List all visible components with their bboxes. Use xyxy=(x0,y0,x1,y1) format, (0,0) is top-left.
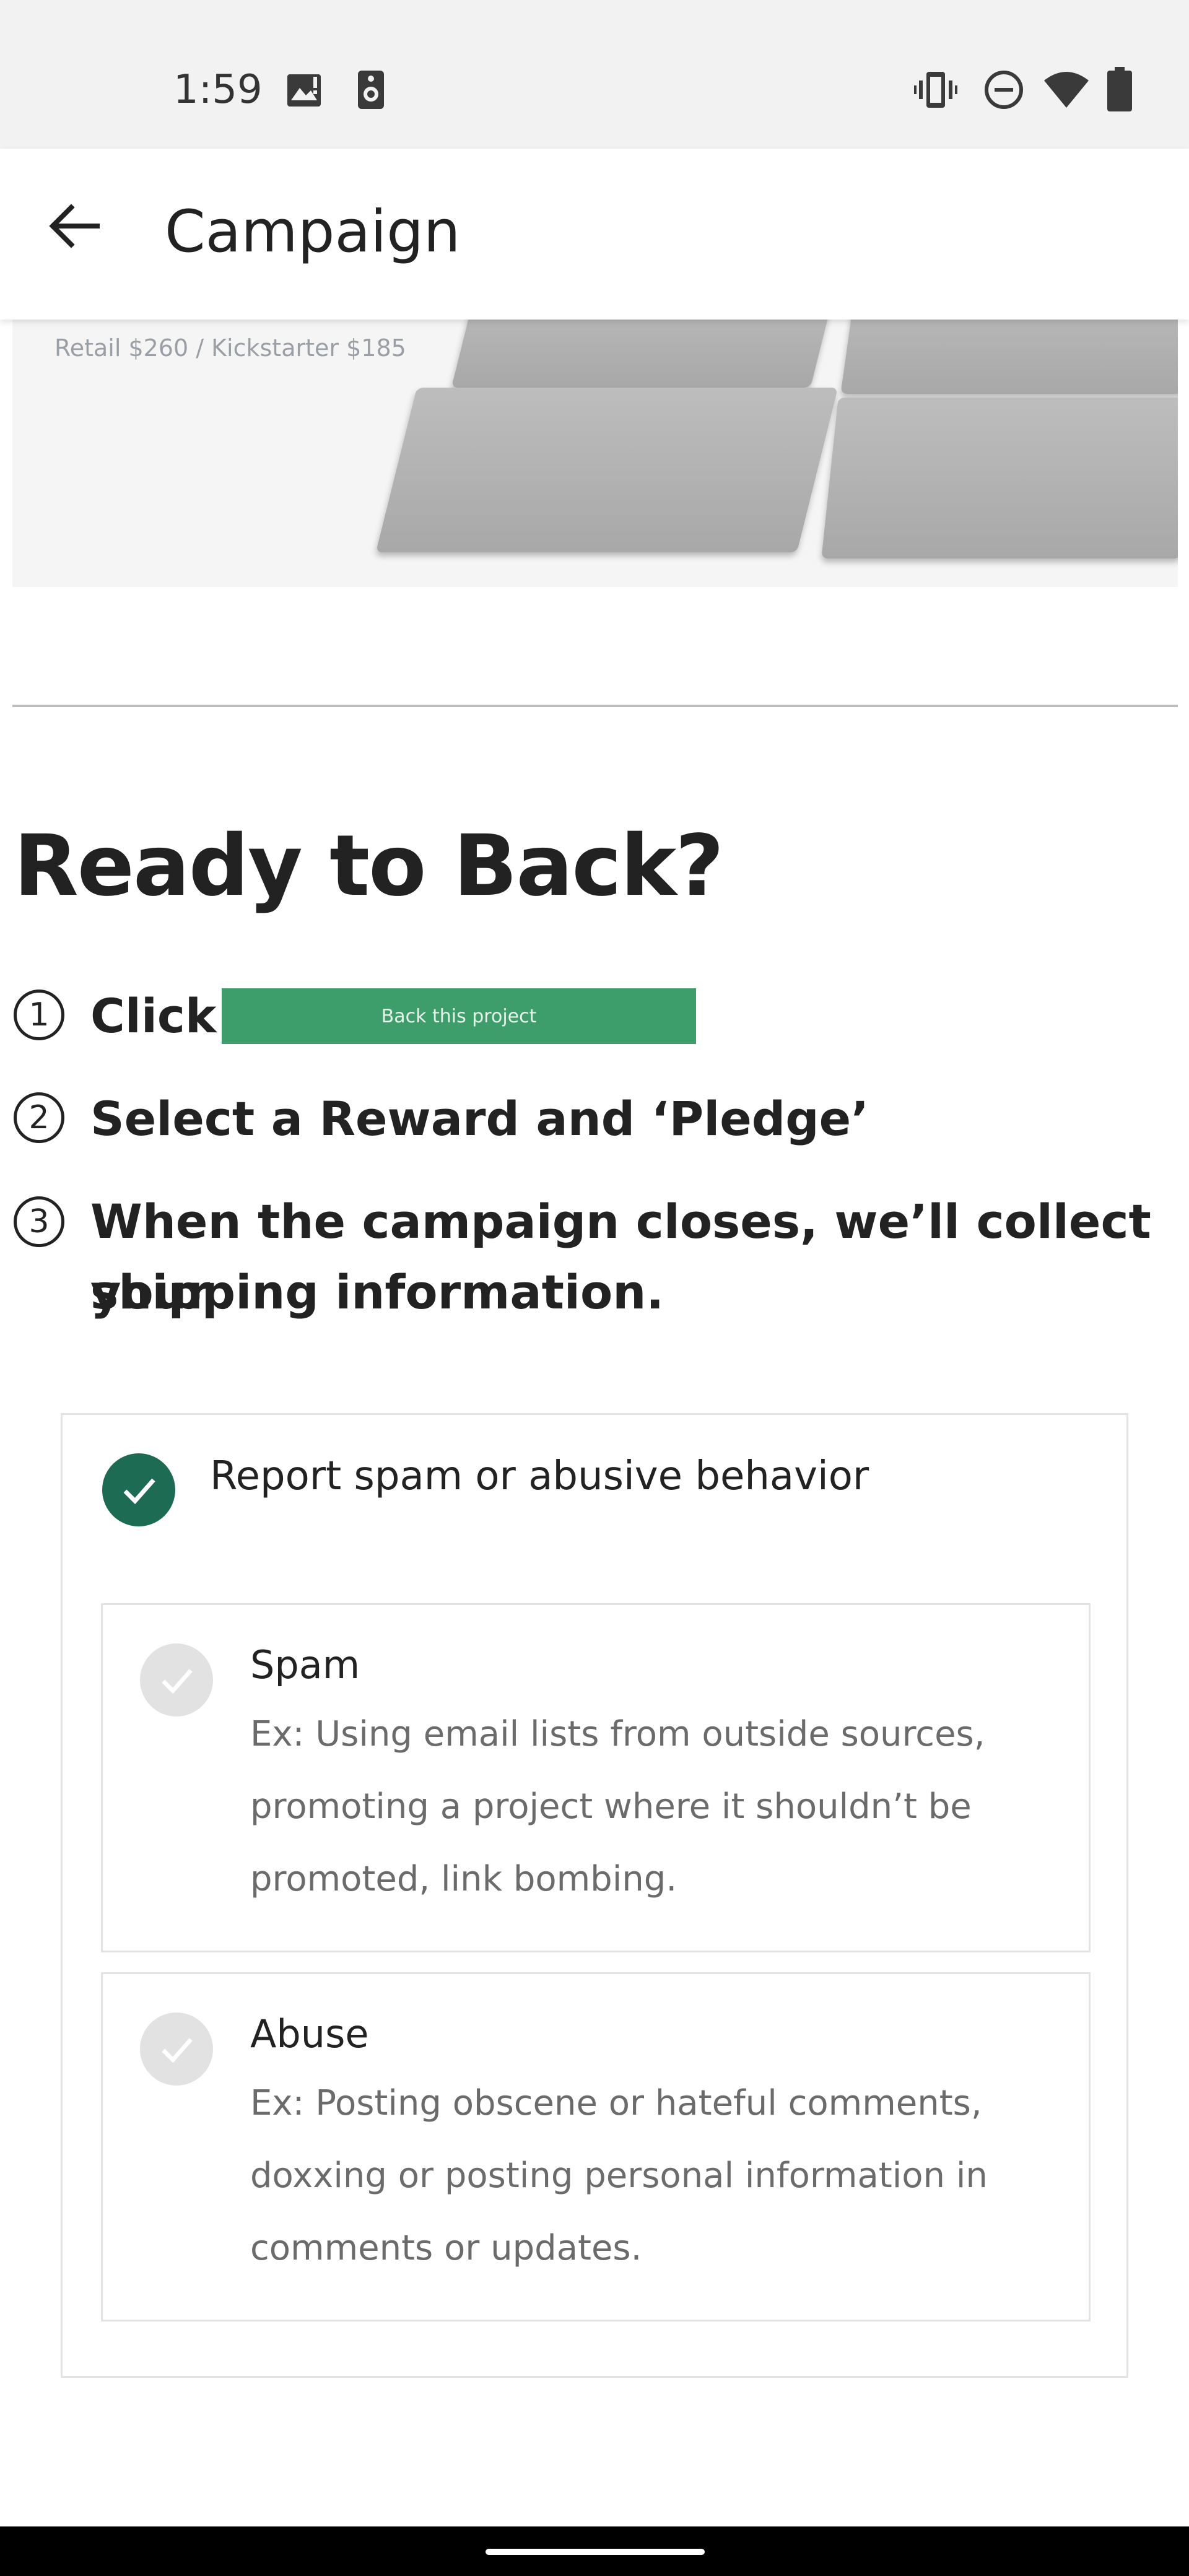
ready-heading: Ready to Back? xyxy=(14,817,724,915)
step-2-text: Select a Reward and ‘Pledge’ xyxy=(90,1091,869,1146)
description-line: comments or updates. xyxy=(250,2228,642,2268)
check-icon xyxy=(162,1669,193,1694)
option-abuse-title: Abuse xyxy=(250,2011,369,2056)
price-caption: Retail $260 / Kickstarter $185 xyxy=(54,334,406,362)
image-icon xyxy=(287,74,321,107)
speaker-icon xyxy=(358,71,384,109)
back-this-project-image: Back this project xyxy=(222,988,696,1044)
image-tile xyxy=(840,320,1178,394)
app-bar: Campaign xyxy=(0,149,1189,320)
image-tile xyxy=(821,398,1178,559)
step-number-2: 2 xyxy=(14,1092,64,1143)
description-line: Ex: Using email lists from outside sourc… xyxy=(250,1714,985,1754)
navigation-bar xyxy=(0,2526,1189,2576)
report-card: Report spam or abusive behavior Spam Ex:… xyxy=(61,1413,1128,2378)
step-3-text-line-2: shipping information. xyxy=(90,1264,664,1320)
arrow-back-icon xyxy=(49,204,100,248)
divider xyxy=(12,705,1178,707)
report-selected-check[interactable] xyxy=(102,1453,175,1526)
option-spam-title: Spam xyxy=(250,1642,360,1687)
do-not-disturb-icon xyxy=(985,71,1023,109)
image-tile xyxy=(451,320,837,388)
option-abuse[interactable]: Abuse Ex: Posting obscene or hateful com… xyxy=(101,1972,1091,2321)
description-line: promoting a project where it shouldn’t b… xyxy=(250,1786,972,1827)
check-icon xyxy=(162,2038,193,2063)
page-title: Campaign xyxy=(165,198,461,266)
option-spam-check[interactable] xyxy=(140,1643,213,1717)
option-spam[interactable]: Spam Ex: Using email lists from outside … xyxy=(101,1603,1091,1952)
option-abuse-check[interactable] xyxy=(140,2012,213,2086)
vibrate-icon xyxy=(914,72,957,108)
campaign-image: Retail $260 / Kickstarter $185 xyxy=(12,320,1178,587)
option-abuse-description: Ex: Posting obscene or hateful comments,… xyxy=(250,2067,1055,2284)
step-1-text: Click xyxy=(90,988,217,1043)
back-button[interactable] xyxy=(40,192,108,260)
report-title: Report spam or abusive behavior xyxy=(210,1453,869,1499)
status-time: 1:59 xyxy=(173,67,263,113)
step-number-1: 1 xyxy=(14,990,64,1040)
home-gesture-handle[interactable] xyxy=(486,2549,705,2555)
description-line: Ex: Posting obscene or hateful comments, xyxy=(250,2083,982,2123)
option-spam-description: Ex: Using email lists from outside sourc… xyxy=(250,1698,1055,1915)
wifi-icon xyxy=(1044,72,1089,108)
description-line: doxxing or posting personal information … xyxy=(250,2156,988,2196)
description-line: promoted, link bombing. xyxy=(250,1859,677,1899)
image-tile xyxy=(375,388,838,552)
step-number-3: 3 xyxy=(14,1196,64,1247)
status-bar: 1:59 xyxy=(0,0,1189,149)
battery-icon xyxy=(1107,67,1132,111)
check-icon xyxy=(123,1478,155,1505)
